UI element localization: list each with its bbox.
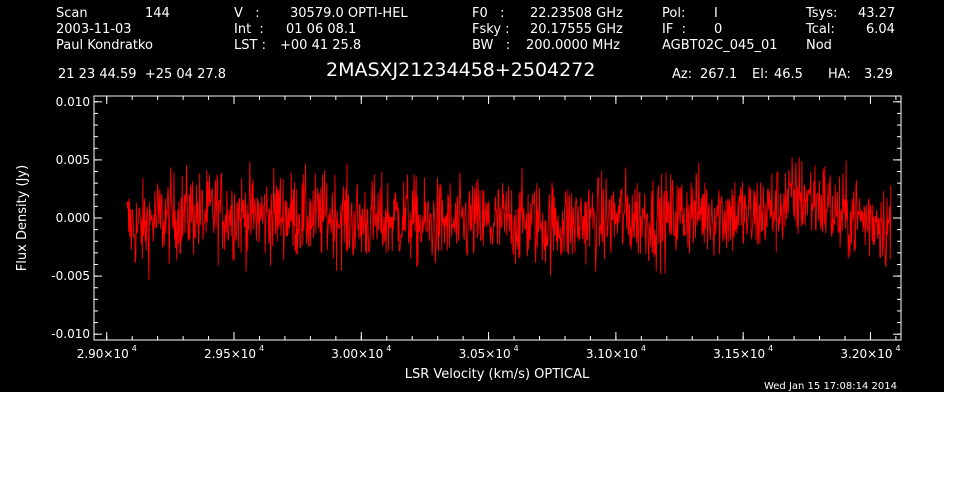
x-tick-label: 3.00×10 [331,347,383,361]
x-tick-exponent: 4 [386,344,391,353]
x-tick-label: 2.90×10 [77,347,129,361]
x-tick-exponent: 4 [514,344,519,353]
x-axis-label: LSR Velocity (km/s) OPTICAL [405,367,590,382]
x-tick-label: 3.20×10 [840,347,892,361]
x-tick-exponent: 4 [259,344,264,353]
y-tick-label: 0.010 [56,95,90,109]
x-tick-label: 3.10×10 [586,347,638,361]
y-tick-label: 0.005 [56,153,90,167]
y-axis-label: Flux Density (Jy) [15,165,30,271]
x-tick-exponent: 4 [768,344,773,353]
y-tick-label: 0.000 [56,211,90,225]
plot-timestamp: Wed Jan 15 17:08:14 2014 [764,381,897,392]
x-tick-label: 3.05×10 [459,347,511,361]
spectrum-trace [126,157,892,281]
spectrum-line [126,157,892,281]
x-tick-exponent: 4 [132,344,137,353]
spectrum-chart: 0.0100.0050.000-0.005-0.010 2.90×10 4 2.95… [15,95,902,392]
y-tick-label: -0.005 [51,269,90,283]
x-tick-label: 3.15×10 [713,347,765,361]
x-tick-exponent: 4 [641,344,646,353]
x-tick-exponent: 4 [895,344,900,353]
x-tick-label: 2.95×10 [204,347,256,361]
x-axis: 2.90×10 4 2.95×10 4 3.00×10 4 3.05×10 4 3.10×10 4… [77,96,901,361]
y-tick-label: -0.010 [51,327,90,341]
